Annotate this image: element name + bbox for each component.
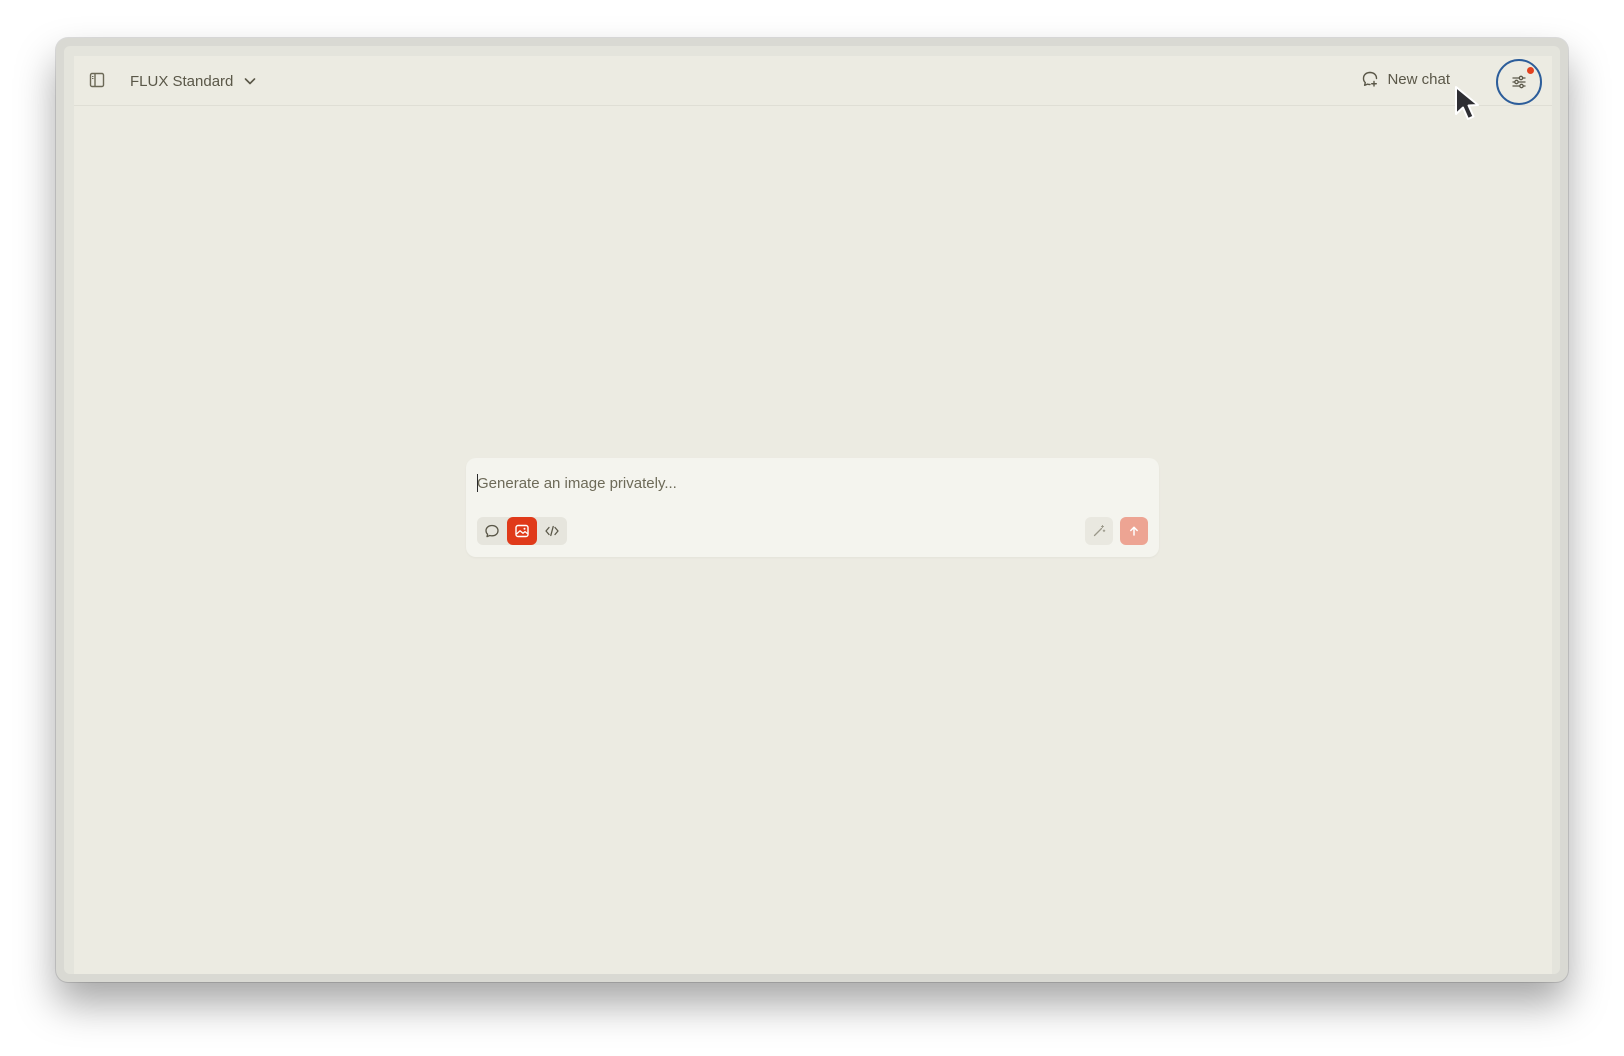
notification-dot: [1527, 67, 1534, 74]
text-caret: [477, 474, 478, 492]
top-bar: FLUX Standard New chat: [74, 56, 1552, 106]
new-chat-label: New chat: [1387, 70, 1450, 88]
send-button[interactable]: [1120, 517, 1148, 545]
model-selector[interactable]: FLUX Standard: [130, 70, 257, 92]
prompt-composer: [466, 458, 1159, 557]
app-window: FLUX Standard New chat: [74, 56, 1552, 974]
mode-selector: [477, 517, 567, 545]
arrow-up-icon: [1130, 526, 1138, 536]
sidebar-panel-icon: [89, 72, 105, 88]
speech-bubble-icon: [485, 524, 499, 538]
chevron-down-icon: [245, 78, 256, 85]
new-chat-button[interactable]: New chat: [1361, 70, 1450, 88]
code-mode-button[interactable]: [537, 517, 567, 545]
code-brackets-icon: [545, 525, 559, 537]
enhance-prompt-button[interactable]: [1085, 517, 1113, 545]
model-name: FLUX Standard: [130, 72, 234, 90]
chat-mode-button[interactable]: [477, 517, 507, 545]
new-chat-icon: [1363, 71, 1378, 87]
mouse-cursor-icon: [1455, 86, 1479, 120]
sliders-icon: [1512, 75, 1526, 89]
settings-button[interactable]: [1496, 59, 1542, 105]
image-icon: [515, 524, 529, 538]
image-mode-button[interactable]: [507, 517, 537, 545]
sidebar-toggle-button[interactable]: [88, 71, 106, 89]
magic-wand-icon: [1093, 525, 1106, 537]
prompt-input[interactable]: [477, 472, 1117, 494]
